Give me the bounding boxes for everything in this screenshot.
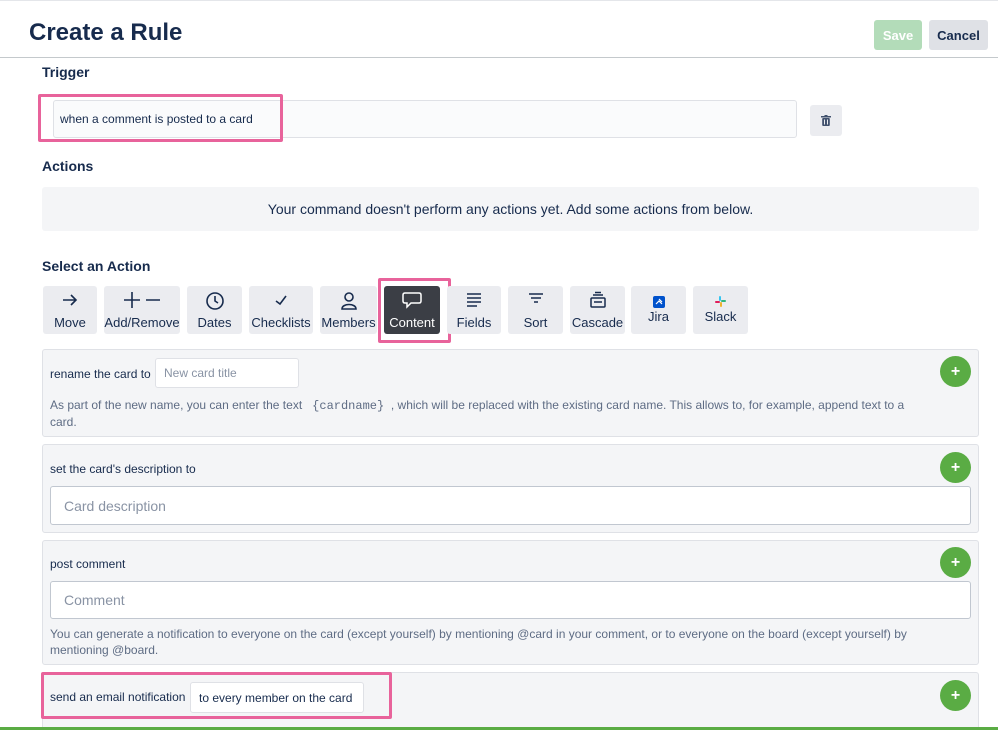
tab-move[interactable]: Move	[43, 286, 97, 334]
tab-label: Fields	[456, 315, 492, 330]
tab-members[interactable]: Members	[320, 286, 377, 334]
add-comment-action-button[interactable]: +	[940, 547, 971, 578]
tab-label: Move	[54, 315, 86, 330]
tab-add-remove[interactable]: Add/Remove	[104, 286, 180, 334]
clock-icon	[187, 291, 242, 311]
cardname-code: {cardname}	[312, 399, 385, 413]
delete-trigger-button[interactable]	[810, 105, 842, 136]
tab-checklists[interactable]: Checklists	[249, 286, 313, 334]
card-description-textarea[interactable]: Card description	[50, 486, 971, 525]
comment-help-text: You can generate a notification to every…	[50, 627, 907, 657]
sort-icon	[508, 291, 563, 307]
arrow-right-icon	[43, 291, 97, 309]
post-comment-label: post comment	[50, 557, 126, 571]
description-label: set the card's description to	[50, 462, 196, 476]
tab-label: Slack	[704, 309, 737, 324]
new-card-title-input[interactable]: New card title	[155, 358, 299, 388]
cancel-button[interactable]: Cancel	[929, 20, 988, 50]
add-description-action-button[interactable]: +	[940, 452, 971, 483]
plus-minus-icon	[104, 291, 180, 309]
stack-icon	[570, 291, 625, 309]
tab-label: Dates	[197, 315, 232, 330]
checkmark-icon	[249, 291, 313, 309]
tab-slack[interactable]: Slack	[693, 286, 748, 334]
actions-heading: Actions	[42, 158, 94, 174]
lines-icon	[447, 291, 501, 307]
select-action-heading: Select an Action	[42, 258, 151, 274]
tab-dates[interactable]: Dates	[187, 286, 242, 334]
trigger-highlight	[38, 94, 283, 142]
comment-textarea[interactable]: Comment	[50, 581, 971, 619]
tab-sort[interactable]: Sort	[508, 286, 563, 334]
rename-help-text: As part of the new name, you can enter t…	[50, 398, 905, 429]
email-highlight	[41, 672, 392, 719]
save-button[interactable]: Save	[874, 20, 922, 50]
slack-icon	[693, 296, 748, 307]
content-tab-highlight	[378, 278, 451, 343]
add-email-action-button[interactable]: +	[940, 680, 971, 711]
tab-jira[interactable]: Jira	[631, 286, 686, 334]
rename-label: rename the card to	[50, 367, 151, 381]
tab-label: Cascade	[571, 315, 624, 330]
tab-label: Members	[321, 315, 376, 330]
tab-label: Sort	[523, 315, 548, 330]
person-icon	[320, 291, 377, 311]
tab-label: Checklists	[251, 315, 311, 330]
trigger-heading: Trigger	[42, 64, 90, 80]
actions-empty-message: Your command doesn't perform any actions…	[42, 187, 979, 231]
tab-fields[interactable]: Fields	[447, 286, 501, 334]
tab-label: Jira	[648, 309, 669, 324]
jira-icon	[631, 296, 686, 308]
trash-icon	[821, 115, 831, 126]
tab-label: Add/Remove	[104, 315, 180, 330]
tab-cascade[interactable]: Cascade	[570, 286, 625, 334]
page-title: Create a Rule	[29, 19, 183, 46]
add-rename-action-button[interactable]: +	[940, 356, 971, 387]
